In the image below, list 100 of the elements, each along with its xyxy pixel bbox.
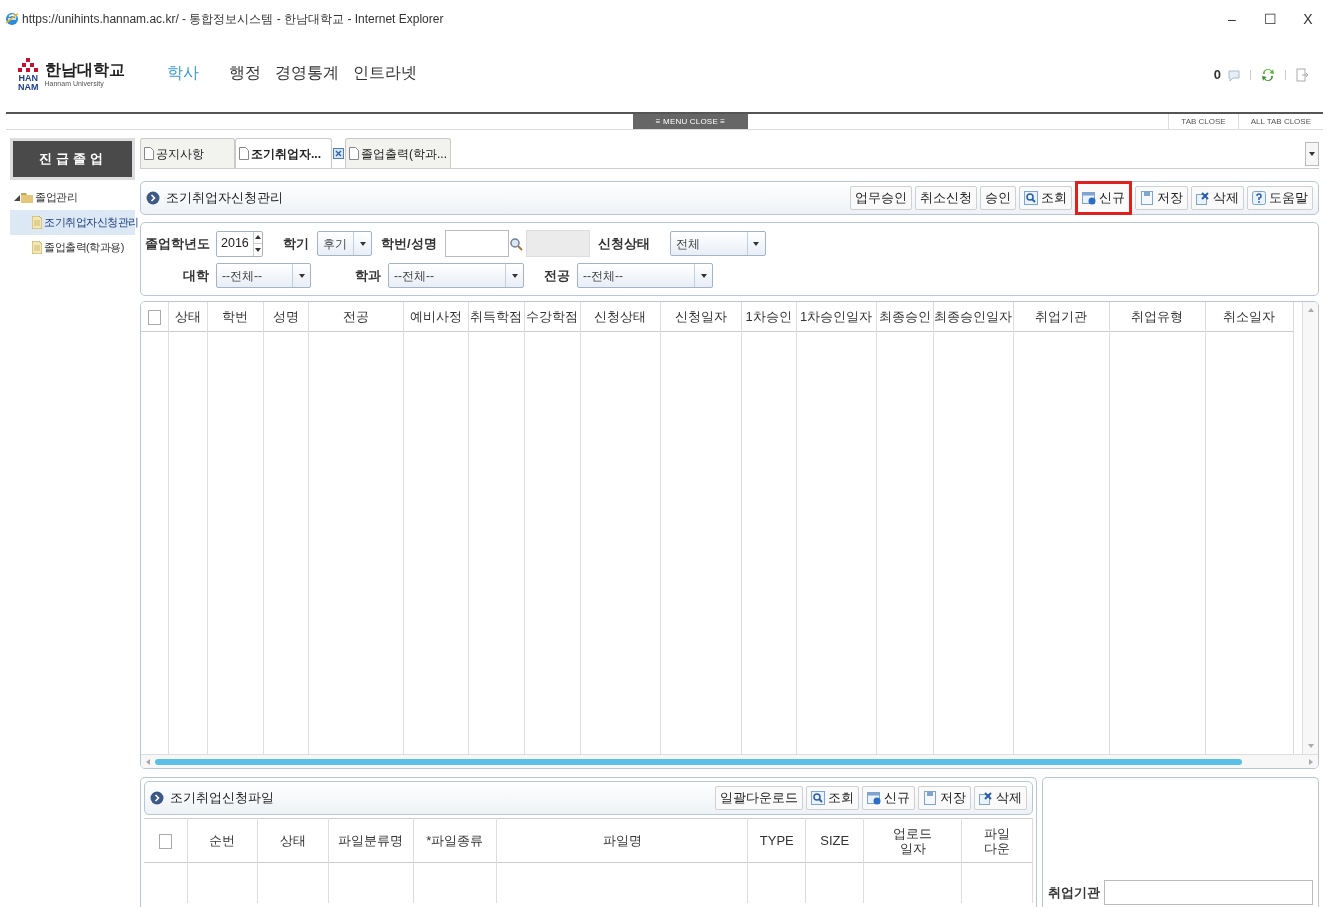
refresh-icon[interactable] [1260,67,1276,83]
button[interactable]: 도움말 [1247,186,1313,210]
column-header[interactable]: 1차승인일자 [796,302,876,332]
logo-mark-text: HAN [18,74,38,83]
column-header[interactable]: 학번 [207,302,263,332]
column-header[interactable]: 최종승인 [876,302,933,332]
tab-close-button[interactable]: TAB CLOSE [1168,114,1238,129]
tree-item[interactable]: 졸업관리 [10,185,135,210]
dropdown-arrow-icon [298,273,305,278]
column-header[interactable]: 취업유형 [1109,302,1205,332]
column-header[interactable]: 신청상태 [580,302,660,332]
button[interactable]: 일괄다운로드 [715,786,803,810]
column-header[interactable]: 업로드 일자 [863,818,962,863]
column-header[interactable]: SIZE [805,818,864,863]
tab[interactable]: 공지사항 [140,138,235,168]
field-label: 학기 [283,234,309,253]
column-header[interactable]: 파일분류명 [328,818,414,863]
column-header[interactable]: 상태 [168,302,207,332]
nav-menu-item[interactable]: 인트라넷 [353,61,417,85]
dropdown-arrow-icon [511,273,518,278]
logo-icon [18,58,39,74]
button[interactable]: 조회 [1019,186,1072,210]
menu-close-button[interactable]: ≡ MENU CLOSE ≡ [633,114,748,129]
logo-name: 한남대학교 [44,60,125,79]
column-header[interactable]: 전공 [308,302,403,332]
field-label: 학과 [355,266,381,285]
button[interactable]: 삭제 [974,786,1027,810]
panel-title: 조기취업신청파일 [170,789,274,808]
horizontal-scrollbar[interactable] [141,754,1318,768]
all-tab-close-button[interactable]: ALL TAB CLOSE [1237,114,1323,129]
column-header[interactable]: *파일종류 [413,818,497,863]
dropdown[interactable]: --전체-- [388,263,524,288]
new-document-icon [1082,191,1096,205]
expand-arrow-icon[interactable] [14,194,20,201]
search-icon [811,791,825,805]
button[interactable]: 삭제 [1191,186,1244,210]
column-header[interactable]: TYPE [747,818,806,863]
vertical-scrollbar[interactable] [1302,302,1318,754]
column-header[interactable]: 취득학점 [468,302,524,332]
logout-icon[interactable] [1295,68,1309,82]
tab[interactable]: 졸업출력(학과... [345,138,451,168]
search-icon [1024,191,1038,205]
field-label: 취업기관 [1048,883,1100,902]
field-label: 전공 [544,266,570,285]
help-icon [1252,191,1266,205]
button[interactable]: 저장 [918,786,971,810]
up-arrow-icon [254,235,261,240]
column-header[interactable]: 신청일자 [660,302,741,332]
nav-menu-item[interactable]: 경영통계 [275,61,339,85]
button[interactable]: 조회 [806,786,859,810]
tree-item[interactable]: 졸업출력(학과용) [10,235,135,260]
message-icon[interactable] [1227,68,1241,82]
column-header[interactable]: 취업기관 [1013,302,1109,332]
column-header[interactable]: 파일 다운 [961,818,1033,863]
checkbox[interactable] [147,309,161,325]
checkbox[interactable] [159,833,173,849]
dropdown[interactable]: --전체-- [577,263,713,288]
message-count: 0 [1213,66,1221,85]
name-display-field [525,230,590,257]
button[interactable]: 취소신청 [915,186,977,210]
button[interactable]: 신규 [1075,181,1132,215]
button[interactable]: 업무승인 [850,186,912,210]
column-header[interactable]: 수강학점 [524,302,580,332]
column-header[interactable]: 성명 [263,302,308,332]
dropdown[interactable]: --전체-- [216,263,311,288]
folder-icon [21,192,33,203]
tab[interactable]: 조기취업자... [235,138,332,168]
dropdown-arrow-icon [700,273,707,278]
number-spinner[interactable]: 2016 [216,230,263,257]
button[interactable]: 승인 [980,186,1016,210]
field-label: 신청상태 [597,234,650,253]
search-icon[interactable] [508,236,523,251]
document-icon [144,147,154,160]
dropdown[interactable]: 후기 [317,231,372,256]
minimize-button[interactable]: – [1224,8,1240,30]
browser-icon [5,12,19,26]
input-field[interactable] [1104,880,1313,905]
arrow-bullet-icon [146,191,160,205]
document-icon [349,147,359,160]
maximize-button[interactable]: ☐ [1262,8,1278,30]
tab-list-button[interactable] [1305,142,1319,166]
column-header[interactable]: 상태 [257,818,329,863]
document-icon [32,216,42,229]
document-icon [32,241,42,254]
panel-title: 조기취업자신청관리 [166,189,283,208]
column-header[interactable]: 예비사정 [403,302,468,332]
close-button[interactable]: X [1300,8,1316,30]
nav-menu-item[interactable]: 행정 [229,61,261,85]
input-field[interactable] [444,230,509,257]
button[interactable]: 신규 [862,786,915,810]
column-header[interactable]: 취소일자 [1205,302,1293,332]
dropdown-arrow-icon [1309,152,1315,156]
column-header[interactable]: 최종승인일자 [933,302,1013,332]
field-label: 대학 [183,266,209,285]
column-header[interactable]: 파일명 [496,818,748,863]
down-arrow-icon [254,247,261,252]
button[interactable]: 저장 [1135,186,1188,210]
dropdown[interactable]: 전체 [669,231,766,256]
column-header[interactable]: 1차승인 [741,302,796,332]
column-header[interactable]: 순번 [187,818,258,863]
